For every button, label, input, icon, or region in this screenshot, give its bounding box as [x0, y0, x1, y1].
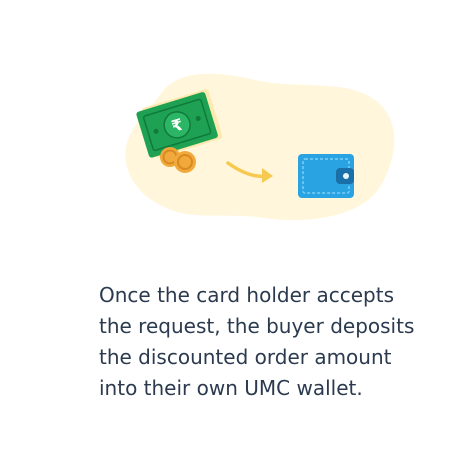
illustration-svg: ₹	[125, 73, 395, 221]
wallet-icon	[298, 154, 354, 198]
step-description: Once the card holder accepts the request…	[99, 283, 415, 400]
step-illustration: ₹	[0, 0, 466, 240]
